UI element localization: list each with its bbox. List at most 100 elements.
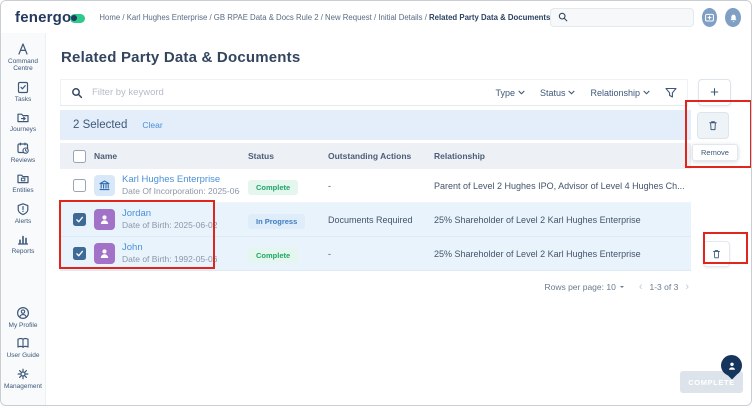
sidebar-label: Journeys [10,126,36,133]
sidebar-item-command-centre[interactable]: Command Centre [3,42,43,73]
alerts-shield-icon [16,202,30,216]
column-header-status[interactable]: Status [244,151,324,161]
chevron-down-icon [568,90,575,95]
remove-tooltip: Remove [692,144,738,161]
person-pin-icon [726,360,738,372]
new-request-icon [704,12,715,23]
reviews-icon [16,141,30,155]
column-header-relationship[interactable]: Relationship [430,151,691,161]
remove-row-button[interactable] [703,241,730,267]
top-bar: fenergo Home / Karl Hughes Enterprise / … [1,1,751,33]
status-badge: In Progress [248,214,305,229]
breadcrumb-current: Related Party Data & Documents [429,13,550,22]
sidebar-item-management[interactable]: Management [3,367,43,390]
command-centre-icon [16,42,30,56]
trash-icon [707,119,719,132]
funnel-filter-icon[interactable] [665,87,677,99]
outstanding-actions-value: - [324,249,430,259]
left-sidebar: Command Centre Tasks Journeys Reviews En… [1,33,46,405]
filter-bar[interactable]: Filter by keyword Type Status Relationsh… [60,79,688,106]
page-range: 1-3 of 3 [650,282,679,292]
relationship-value: 25% Shareholder of Level 2 Karl Hughes E… [430,249,691,259]
selected-count: 2 Selected [73,119,127,131]
table-row[interactable]: Jordan Date of Birth: 2025-06-02 In Prog… [60,203,691,237]
entities-icon [16,171,30,185]
breadcrumb[interactable]: Home / Karl Hughes Enterprise / GB RPAE … [99,13,550,22]
table-header-row: Name Status Outstanding Actions Relation… [60,143,691,169]
row-checkbox[interactable] [73,213,86,226]
search-icon [558,12,568,22]
status-badge: Complete [248,180,298,195]
sidebar-item-alerts[interactable]: Alerts [3,202,43,225]
sidebar-item-reports[interactable]: Reports [3,232,43,255]
rows-per-page-select[interactable]: Rows per page: 10 [544,282,624,292]
sidebar-label: My Profile [9,322,38,329]
sidebar-label: Management [4,383,42,390]
add-related-party-button[interactable]: + [698,79,731,106]
filter-dropdowns: Type Status Relationship [495,87,677,99]
row-subtitle: Date Of Incorporation: 2025-06-03 [122,186,240,197]
select-all-checkbox[interactable] [73,150,86,163]
new-request-button[interactable] [702,8,718,27]
row-subtitle: Date of Birth: 2025-06-02 [122,220,217,231]
type-dropdown[interactable]: Type [495,88,525,98]
logo-green-pill-icon [70,14,85,23]
main-content: Related Party Data & Documents Filter by… [46,33,751,405]
outstanding-actions-value: - [324,181,430,191]
chevron-down-icon [643,90,650,95]
sidebar-label: Command Centre [3,58,43,73]
row-name-link[interactable]: Karl Hughes Enterprise [122,174,240,186]
related-parties-table: 2 Selected Clear Name Status Outstanding… [60,110,691,293]
sidebar-label: User Guide [7,352,40,359]
outstanding-actions-value: Documents Required [324,215,430,225]
row-name-link[interactable]: John [122,242,217,254]
sidebar-label: Reports [12,248,35,255]
notifications-button[interactable] [725,8,741,27]
person-avatar-icon [94,243,115,264]
table-toolbar: Filter by keyword Type Status Relationsh… [60,79,743,106]
column-header-name[interactable]: Name [90,151,244,161]
sidebar-item-entities[interactable]: Entities [3,171,43,194]
column-header-outstanding-actions[interactable]: Outstanding Actions [324,151,430,161]
previous-page-button[interactable]: ‹ [639,281,643,293]
chevron-down-icon [518,90,525,95]
app-window: fenergo Home / Karl Hughes Enterprise / … [0,0,752,406]
sidebar-label: Reviews [11,157,36,164]
table-row[interactable]: John Date of Birth: 1992-05-06 Complete … [60,237,691,271]
sidebar-label: Tasks [15,96,32,103]
user-guide-book-icon [16,336,30,350]
row-checkbox[interactable] [73,179,86,192]
reports-chart-icon [16,232,30,246]
filter-search-icon [71,87,83,99]
fenergo-logo[interactable]: fenergo [15,9,85,26]
chevron-down-icon [619,285,625,289]
logo-text: fenergo [15,9,71,26]
sidebar-label: Alerts [15,218,32,225]
row-actions-rail: Remove [691,110,743,293]
sidebar-item-reviews[interactable]: Reviews [3,141,43,164]
sidebar-item-user-guide[interactable]: User Guide [3,336,43,359]
global-search-input[interactable] [573,12,685,22]
next-page-button[interactable]: › [685,281,689,293]
table-row[interactable]: Karl Hughes Enterprise Date Of Incorpora… [60,169,691,203]
profile-pin-button[interactable] [721,355,742,376]
sidebar-label: Entities [12,187,33,194]
relationship-dropdown[interactable]: Relationship [590,88,650,98]
person-avatar-icon [94,209,115,230]
global-search[interactable] [550,8,693,27]
sidebar-item-my-profile[interactable]: My Profile [3,306,43,329]
remove-selected-button[interactable] [697,112,729,139]
journeys-icon [16,110,30,124]
table-region: 2 Selected Clear Name Status Outstanding… [60,110,743,293]
relationship-value: Parent of Level 2 Hughes IPO, Advisor of… [430,181,691,191]
tasks-icon [16,80,30,94]
row-name-link[interactable]: Jordan [122,208,217,220]
status-dropdown[interactable]: Status [540,88,576,98]
row-checkbox[interactable] [73,247,86,260]
status-badge: Complete [248,248,298,263]
clear-selection-link[interactable]: Clear [142,120,162,130]
sidebar-item-journeys[interactable]: Journeys [3,110,43,133]
sidebar-item-tasks[interactable]: Tasks [3,80,43,103]
selection-bar: 2 Selected Clear [60,110,691,140]
bell-icon [728,12,739,23]
